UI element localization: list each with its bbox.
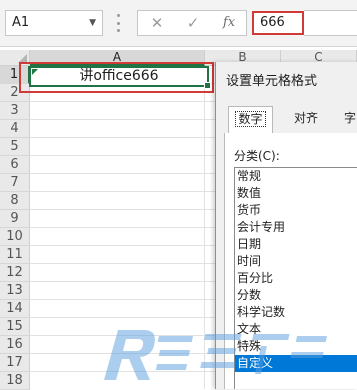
tab-font[interactable]: 字 xyxy=(342,106,357,132)
tab-alignment[interactable]: 对齐 xyxy=(286,106,326,132)
row-header-13[interactable]: 13 xyxy=(0,282,30,300)
formula-input[interactable]: 666 xyxy=(252,11,304,35)
category-item-accounting[interactable]: 会计专用 xyxy=(235,219,357,236)
name-box-value: A1 xyxy=(12,15,30,30)
tab-number[interactable]: 数字 xyxy=(228,106,273,134)
row-header-18[interactable]: 18 xyxy=(0,372,30,390)
enter-check-icon[interactable]: ✓ xyxy=(178,11,208,35)
insert-function-icon[interactable]: fx xyxy=(214,11,244,35)
row-header-17[interactable]: 17 xyxy=(0,354,30,372)
category-item-scientific[interactable]: 科学记数 xyxy=(235,304,357,321)
category-item-text[interactable]: 文本 xyxy=(235,321,357,338)
row-header-6[interactable]: 6 xyxy=(0,156,30,174)
formula-buttons: ✕ ✓ fx xyxy=(137,10,247,36)
category-item-special[interactable]: 特殊 xyxy=(235,338,357,355)
cancel-icon[interactable]: ✕ xyxy=(142,11,172,35)
category-item-custom[interactable]: 自定义 xyxy=(235,355,357,372)
row-header-5[interactable]: 5 xyxy=(0,138,30,156)
formula-input-extension[interactable] xyxy=(304,10,357,36)
category-label: 分类(C): xyxy=(234,149,280,163)
category-item-date[interactable]: 日期 xyxy=(235,236,357,253)
category-item-currency[interactable]: 货币 xyxy=(235,202,357,219)
format-cells-dialog: 设置单元格格式 数字 对齐 字 分类(C): 常规 数值 货币 会计专用 日期 … xyxy=(215,62,357,389)
row-header-3[interactable]: 3 xyxy=(0,102,30,120)
category-item-percentage[interactable]: 百分比 xyxy=(235,270,357,287)
name-box[interactable]: A1 ▼ xyxy=(5,10,103,36)
dialog-tabs: 数字 对齐 字 xyxy=(224,106,357,134)
row-header-15[interactable]: 15 xyxy=(0,318,30,336)
row-header-16[interactable]: 16 xyxy=(0,336,30,354)
tab-number-label: 数字 xyxy=(235,111,266,127)
chevron-down-icon[interactable]: ▼ xyxy=(89,11,96,35)
number-tab-panel: 分类(C): 常规 数值 货币 会计专用 日期 时间 百分比 分数 科学记数 文… xyxy=(224,133,357,389)
category-item-fraction[interactable]: 分数 xyxy=(235,287,357,304)
row-header-12[interactable]: 12 xyxy=(0,264,30,282)
category-item-number[interactable]: 数值 xyxy=(235,185,357,202)
row-header-8[interactable]: 8 xyxy=(0,192,30,210)
row-header-4[interactable]: 4 xyxy=(0,120,30,138)
category-item-general[interactable]: 常规 xyxy=(235,168,357,185)
row-header-7[interactable]: 7 xyxy=(0,174,30,192)
row-header-10[interactable]: 10 xyxy=(0,228,30,246)
category-item-time[interactable]: 时间 xyxy=(235,253,357,270)
cell-highlight-box xyxy=(19,62,214,93)
row-header-11[interactable]: 11 xyxy=(0,246,30,264)
category-listbox[interactable]: 常规 数值 货币 会计专用 日期 时间 百分比 分数 科学记数 文本 特殊 自定… xyxy=(234,167,357,389)
dialog-title: 设置单元格格式 xyxy=(226,74,318,89)
resize-grip-icon[interactable] xyxy=(117,14,121,32)
row-header-14[interactable]: 14 xyxy=(0,300,30,318)
formula-toolbar: A1 ▼ ✕ ✓ fx 666 xyxy=(0,0,357,47)
row-header-9[interactable]: 9 xyxy=(0,210,30,228)
